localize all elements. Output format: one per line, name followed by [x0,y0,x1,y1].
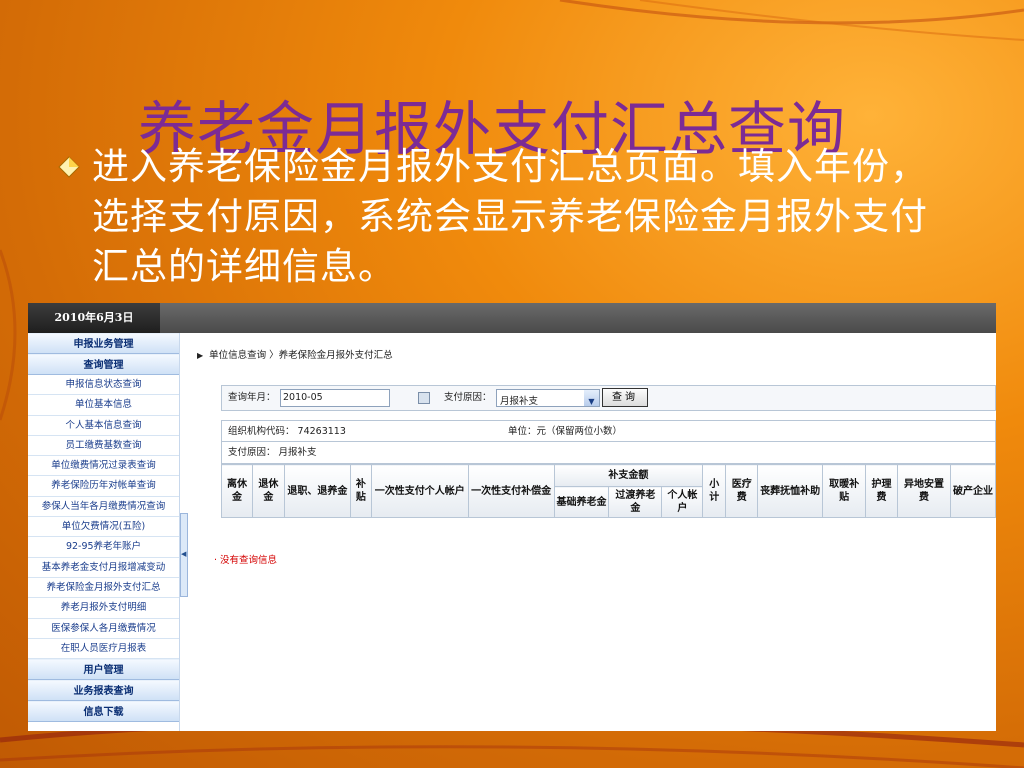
col-header: 护理费 [865,464,899,518]
breadcrumb: ▶ 单位信息查询 〉养老保险金月报外支付汇总 [197,347,393,361]
unit-note: 单位：元（保留两位小数） [508,426,623,437]
collapse-arrow-icon: ◀ [181,550,187,558]
top-bar: 2010年6月3日 [28,303,996,333]
sidebar-item-pension-changes[interactable]: 基本养老金支付月报增减变动 [28,558,179,578]
col-header: 个人帐户 [661,486,704,518]
chevron-down-icon[interactable]: ▼ [584,390,599,406]
sidebar-item-report-status[interactable]: 申报信息状态查询 [28,375,179,396]
app-screenshot: 2010年6月3日 申报业务管理 查询管理 申报信息状态查询 单位基本信息 个人… [28,303,996,731]
col-header: 丧葬抚恤补助 [757,464,824,518]
org-info-row: 组织机构代码： 74263113 单位：元（保留两位小数） [221,420,996,442]
sidebar-item-medical-payment[interactable]: 医保参保人各月缴费情况 [28,619,179,639]
year-label: 查询年月： [228,392,276,403]
col-header: 退职、退养金 [283,464,351,518]
year-input[interactable]: 2010-05 [280,389,390,407]
reason-info: 支付原因： 月报补支 [228,447,317,458]
col-header: 离休金 [221,464,253,518]
reason-label: 支付原因： [444,392,492,403]
col-header: 一次性支付补偿金 [467,464,555,518]
col-header: 过渡养老金 [608,486,663,518]
col-header: 小计 [702,464,727,518]
col-header: 补贴 [349,464,372,518]
breadcrumb-text: 单位信息查询 〉养老保险金月报外支付汇总 [209,350,393,361]
sidebar-collapse-handle[interactable]: ◀ [180,513,188,597]
sidebar-section-download[interactable]: 信息下载 [28,701,179,723]
sidebar-nav: 申报业务管理 查询管理 申报信息状态查询 单位基本信息 个人基本信息查询 员工缴… [28,333,180,731]
sidebar-item-unit-arrears[interactable]: 单位欠费情况(五险) [28,517,179,538]
sidebar-item-personal-info[interactable]: 个人基本信息查询 [28,416,179,436]
sidebar-item-payment-base[interactable]: 员工缴费基数查询 [28,436,179,457]
col-header: 破产企业 [949,464,996,518]
sidebar-section-query-mgmt[interactable]: 查询管理 [28,354,179,375]
sidebar-item-pension-statement[interactable]: 养老保险历年对帐单查询 [28,476,179,497]
bullet-point: 进入养老保险金月报外支付汇总页面。填入年份，选择支付原因，系统会显示养老保险金月… [58,142,928,292]
col-header: 退休金 [251,464,285,518]
query-button[interactable]: 查询 [602,388,648,407]
bullet-text: 进入养老保险金月报外支付汇总页面。填入年份，选择支付原因，系统会显示养老保险金月… [92,145,928,288]
calendar-icon[interactable] [418,392,430,404]
sidebar-section-report-query[interactable]: 业务报表查询 [28,680,179,702]
col-header: 基础养老金 [553,486,610,518]
diamond-bullet-icon [58,156,80,178]
no-result-message: · 没有查询信息 [214,555,278,566]
col-header: 异地安置费 [897,464,951,518]
sidebar-item-monthly-payment[interactable]: 参保人当年各月缴费情况查询 [28,497,179,518]
main-content: ▶ 单位信息查询 〉养老保险金月报外支付汇总 查询年月： 2010-05 支付原因… [188,333,996,731]
sidebar-section-report-mgmt[interactable]: 申报业务管理 [28,333,179,354]
sidebar-item-extra-payment-summary[interactable]: 养老保险金月报外支付汇总 [28,578,179,599]
col-header-group: 补支金额 [553,464,704,487]
org-code: 组织机构代码： 74263113 [228,426,346,437]
sidebar-item-pension-account[interactable]: 92-95养老年账户 [28,537,179,558]
reason-select[interactable]: 月报补支 ▼ [496,389,600,407]
breadcrumb-arrow-icon: ▶ [197,351,204,360]
sidebar-item-extra-payment-detail[interactable]: 养老月报外支付明细 [28,598,179,619]
result-table: 离休金 退休金 退职、退养金 补贴 一次性支付个人帐户 一次性支付补偿金 补支金… [221,464,996,518]
reason-select-value: 月报补支 [500,396,539,407]
sidebar-item-medical-report[interactable]: 在职人员医疗月报表 [28,639,179,660]
col-header: 取暖补贴 [822,464,867,518]
query-bar: 查询年月： 2010-05 支付原因： 月报补支 ▼ 查询 [221,385,996,411]
sidebar-item-unit-info[interactable]: 单位基本信息 [28,395,179,416]
current-date: 2010年6月3日 [28,303,160,333]
col-header: 一次性支付个人帐户 [370,464,469,518]
col-header: 医疗费 [725,464,759,518]
sidebar-section-user-mgmt[interactable]: 用户管理 [28,659,179,681]
reason-info-row: 支付原因： 月报补支 [221,442,996,464]
sidebar-item-unit-payment[interactable]: 单位缴费情况过录表查询 [28,456,179,477]
